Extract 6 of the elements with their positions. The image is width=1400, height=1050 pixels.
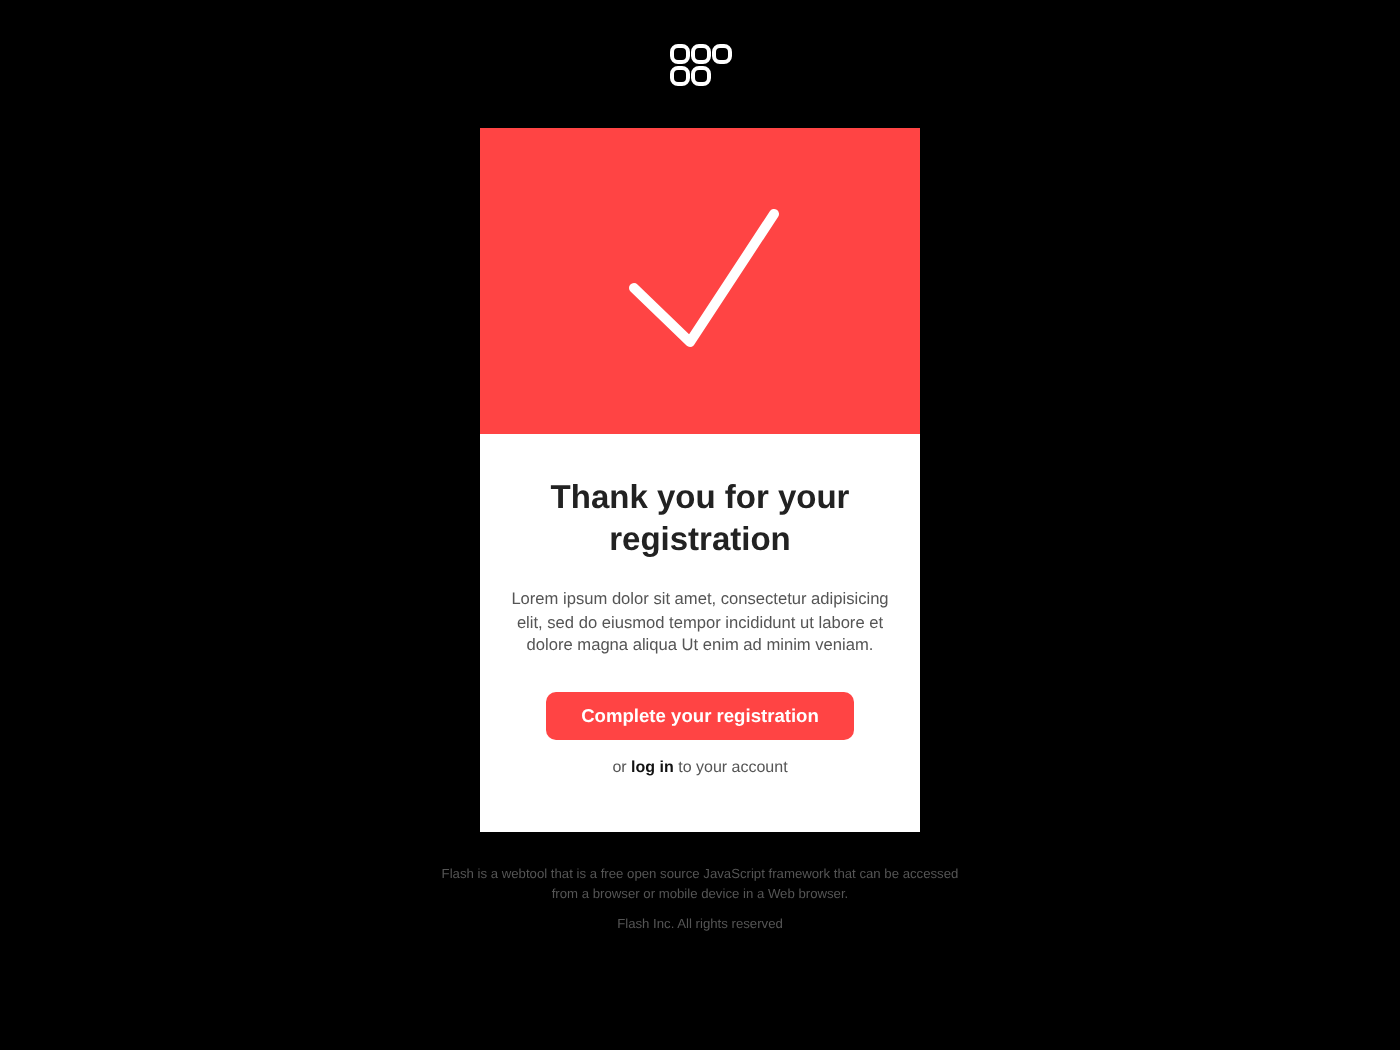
checkmark-icon: [628, 207, 780, 347]
logo-icon: [669, 44, 731, 86]
title: Thank you for your registration: [550, 478, 850, 562]
login-prompt: or log in to your account: [612, 757, 788, 775]
description: Lorem ipsum dolor sit amet, consectetur adipisicing elit, sed do eiusmod tempor incididunt ut labore et dolore magna aliqua Ut enim ad minim veniam.: [510, 588, 890, 657]
login-link[interactable]: log in: [631, 757, 674, 775]
